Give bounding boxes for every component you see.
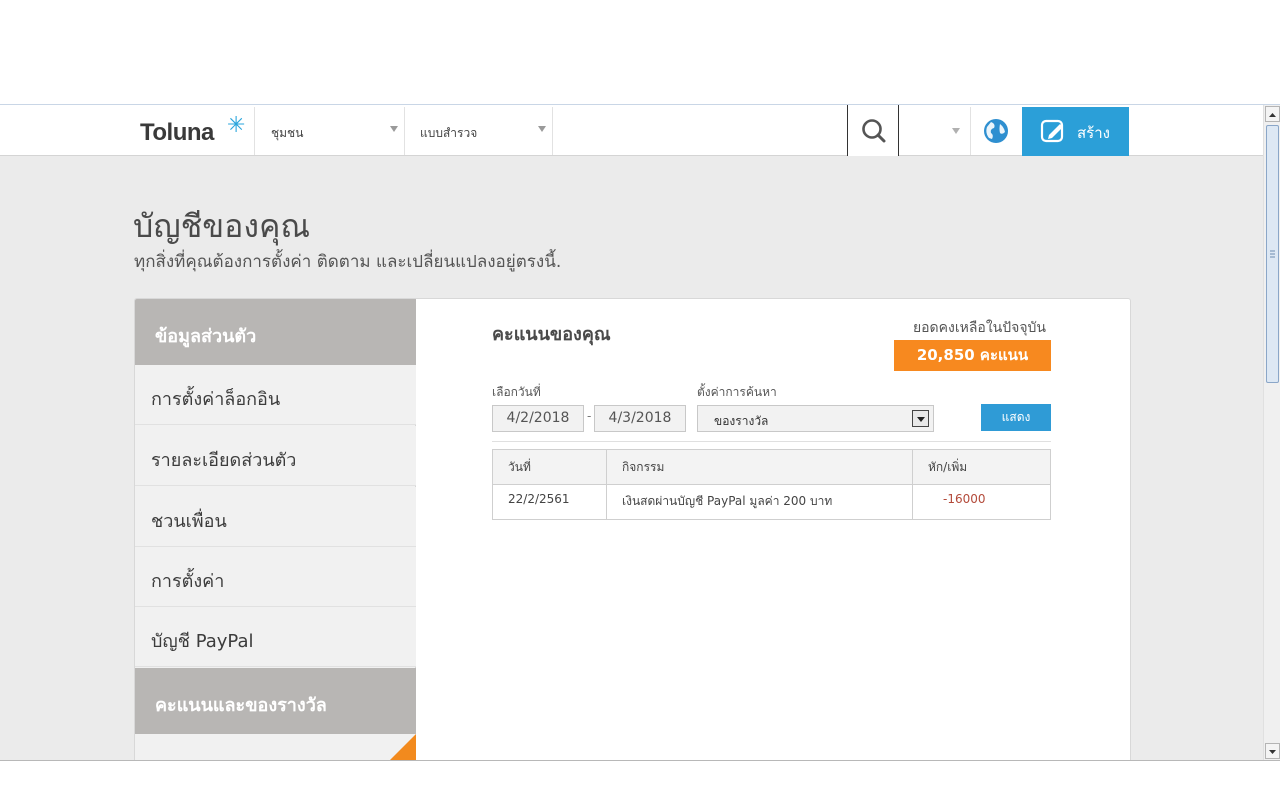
page-title: บัญชีของคุณ (133, 207, 311, 245)
scroll-down-arrow[interactable] (1265, 743, 1280, 759)
dropdown-arrow-icon[interactable] (912, 410, 929, 427)
sidebar-section-label: ข้อมูลส่วนตัว (155, 326, 257, 347)
sidebar-section-points-rewards[interactable]: คะแนนและของรางวัล (135, 668, 416, 734)
sidebar-item-personal-details[interactable]: รายละเอียดส่วนตัว (135, 426, 416, 486)
col-header-amount: หัก/เพิ่ม (912, 449, 1051, 485)
cell-activity: เงินสดผ่านบัญชี PayPal มูลค่า 200 บาท (606, 484, 913, 520)
balance-label: ยอดคงเหลือในปัจจุบัน (912, 320, 1046, 336)
date-to-input[interactable]: 4/3/2018 (594, 405, 686, 432)
nav-community-label: ชุมชน (271, 126, 304, 140)
sidebar-item-label: การตั้งค่า (151, 571, 225, 592)
globe-icon (984, 119, 1008, 143)
sidebar-item-login-settings[interactable]: การตั้งค่าล็อกอิน (135, 365, 416, 425)
account-card: ข้อมูลส่วนตัว การตั้งค่าล็อกอิน รายละเอี… (134, 298, 1131, 760)
active-corner-marker (388, 734, 416, 760)
date-range-label: เลือกวันที่ (492, 385, 541, 399)
sidebar-section-label: คะแนนและของรางวัล (155, 695, 327, 716)
date-from-input[interactable]: 4/2/2018 (492, 405, 584, 432)
language-dropdown[interactable] (899, 107, 971, 155)
points-title: คะแนนของคุณ (492, 324, 611, 345)
sidebar-item-paypal[interactable]: บัญชี PayPal (135, 607, 416, 667)
chevron-down-icon (390, 126, 398, 132)
sidebar-item-invite-friends[interactable]: ชวนเพื่อน (135, 487, 416, 547)
vertical-scrollbar[interactable] (1263, 105, 1280, 760)
sidebar-item-label: บัญชี PayPal (151, 631, 254, 652)
nav-surveys[interactable]: แบบสำรวจ (405, 107, 553, 155)
scroll-up-arrow[interactable] (1265, 106, 1280, 122)
nav-community[interactable]: ชุมชน (256, 107, 405, 155)
nav-surveys-label: แบบสำรวจ (420, 126, 478, 140)
table-header-row: วันที่ กิจกรรม หัก/เพิ่ม (492, 449, 1051, 485)
cell-date: 22/2/2561 (492, 484, 607, 520)
sidebar-item-label: การตั้งค่าล็อกอิน (151, 389, 281, 410)
create-button-label: สร้าง (1077, 124, 1110, 142)
logo-star-icon: ✳ (227, 113, 246, 138)
globe-button[interactable] (971, 107, 1022, 155)
site-header: Toluna ✳ ชุมชน แบบสำรวจ สร้าง (0, 105, 1264, 156)
search-icon (862, 119, 886, 143)
edit-icon (1040, 119, 1064, 143)
filter-select[interactable]: ของรางวัล (697, 405, 934, 432)
filter-label: ตั้งค่าการค้นหา (697, 385, 777, 399)
col-header-activity: กิจกรรม (606, 449, 913, 485)
search-button[interactable] (847, 105, 899, 156)
divider (492, 441, 1051, 442)
balance-badge: 20,850 คะแนน (894, 340, 1051, 371)
chevron-down-icon (538, 126, 546, 132)
create-button[interactable]: สร้าง (1022, 107, 1129, 156)
account-sidebar: ข้อมูลส่วนตัว การตั้งค่าล็อกอิน รายละเอี… (135, 299, 416, 760)
toluna-logo[interactable]: Toluna ✳ (134, 107, 255, 155)
logo-text: Toluna (140, 119, 214, 146)
scrollbar-thumb[interactable] (1266, 125, 1279, 383)
filter-select-value: ของรางวัล (714, 414, 769, 428)
col-header-date: วันที่ (492, 449, 607, 485)
table-row: 22/2/2561 เงินสดผ่านบัญชี PayPal มูลค่า … (492, 484, 1051, 520)
chevron-down-icon (952, 128, 960, 134)
cell-amount: -16000 (912, 484, 1051, 520)
sidebar-item-partial[interactable] (135, 734, 416, 760)
sidebar-item-settings[interactable]: การตั้งค่า (135, 547, 416, 607)
transactions-table: วันที่ กิจกรรม หัก/เพิ่ม 22/2/2561 เงินส… (492, 449, 1051, 520)
sidebar-item-label: รายละเอียดส่วนตัว (151, 450, 297, 471)
sidebar-section-personal[interactable]: ข้อมูลส่วนตัว (135, 299, 416, 365)
blank-area-top (0, 0, 1280, 104)
show-button[interactable]: แสดง (981, 404, 1051, 431)
page-subtitle: ทุกสิ่งที่คุณต้องการตั้งค่า ติดตาม และเป… (134, 252, 562, 272)
browser-viewport: Toluna ✳ ชุมชน แบบสำรวจ สร้าง บัญชีของคุ… (0, 104, 1280, 760)
date-separator: - (587, 409, 592, 423)
blank-area-bottom (0, 760, 1280, 800)
sidebar-item-label: ชวนเพื่อน (151, 511, 227, 532)
